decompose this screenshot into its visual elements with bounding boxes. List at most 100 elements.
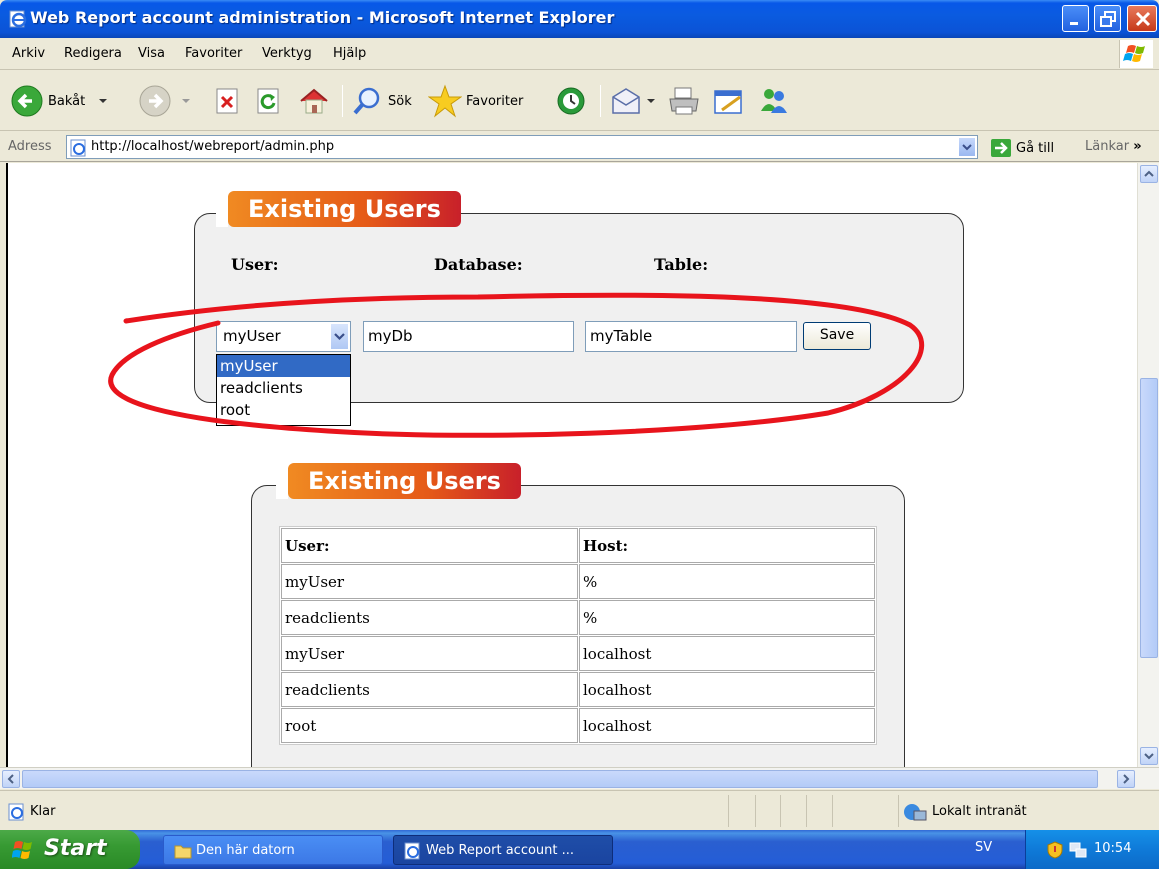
table-cell-host: localhost: [579, 672, 875, 707]
print-button[interactable]: [667, 81, 701, 121]
home-button[interactable]: [298, 81, 330, 121]
address-bar: Adress http://localhost/webreport/admin.…: [0, 132, 1159, 162]
menu-redigera[interactable]: Redigera: [64, 46, 122, 61]
windows-flag-icon: [1119, 40, 1153, 68]
history-button[interactable]: [555, 81, 587, 121]
window-title: Web Report account administration - Micr…: [30, 8, 615, 27]
minimize-button[interactable]: [1062, 5, 1089, 32]
toolbar-separator: [342, 85, 343, 117]
windows-flag-icon: [12, 841, 32, 859]
table-row: myUser localhost: [281, 636, 875, 671]
window-title-bar[interactable]: Web Report account administration - Micr…: [0, 0, 1159, 38]
taskbar-item-ie-window[interactable]: Web Report account ...: [393, 835, 613, 865]
vertical-scrollbar[interactable]: [1137, 163, 1159, 767]
address-label: Adress: [8, 139, 52, 154]
mail-button[interactable]: [610, 81, 658, 121]
favorites-label: Favoriter: [466, 93, 524, 109]
table-cell-host: localhost: [579, 708, 875, 743]
restore-icon: [1100, 11, 1116, 27]
toolbar: Bakåt Sök Favoriter: [0, 71, 1159, 131]
url-input[interactable]: http://localhost/webreport/admin.php: [66, 135, 978, 159]
system-tray: 10:54: [1025, 830, 1159, 869]
taskbar-item-label: Den här datorn: [196, 843, 295, 858]
security-shield-icon[interactable]: [1046, 841, 1064, 859]
table-cell-user: myUser: [281, 636, 578, 671]
intranet-zone-icon: [904, 804, 927, 821]
favorites-button[interactable]: Favoriter: [428, 81, 523, 121]
ie-page-icon: [70, 139, 86, 157]
home-icon: [300, 88, 328, 114]
minimize-icon: [1070, 22, 1078, 25]
ie-page-icon: [9, 10, 27, 28]
table-header-user: User:: [281, 528, 578, 563]
chevron-down-icon: [1144, 753, 1154, 760]
back-button[interactable]: Bakåt: [10, 81, 111, 121]
table-cell-user: readclients: [281, 600, 578, 635]
search-label: Sök: [388, 93, 412, 109]
start-label: Start: [44, 836, 107, 861]
panel-legend: Existing Users: [276, 463, 521, 499]
start-button[interactable]: Start: [0, 830, 140, 869]
table-row: myUser %: [281, 564, 875, 599]
menu-arkiv[interactable]: Arkiv: [12, 46, 45, 61]
page-viewport: Existing Users User: Database: Table: my…: [6, 163, 1137, 767]
refresh-button[interactable]: [256, 81, 282, 121]
vertical-scroll-thumb[interactable]: [1140, 378, 1158, 658]
close-button[interactable]: [1127, 5, 1157, 32]
chevron-left-icon: [7, 774, 14, 784]
menu-favoriter[interactable]: Favoriter: [185, 46, 242, 61]
forward-arrow-icon: [139, 85, 171, 117]
maximize-button[interactable]: [1094, 5, 1121, 32]
menu-visa[interactable]: Visa: [138, 46, 165, 61]
taskbar-item-label: Web Report account ...: [426, 843, 575, 858]
network-icon[interactable]: [1068, 841, 1088, 859]
clock: 10:54: [1094, 841, 1132, 856]
address-dropdown-button[interactable]: [958, 137, 976, 157]
stop-button[interactable]: [215, 81, 241, 121]
toolbar-separator: [600, 85, 601, 117]
language-indicator[interactable]: SV: [975, 840, 992, 855]
chevron-down-icon[interactable]: [178, 93, 194, 109]
refresh-icon: [257, 88, 279, 114]
status-divider: [728, 795, 729, 827]
status-divider: [898, 795, 899, 827]
folder-icon: [174, 845, 192, 859]
chevron-down-icon[interactable]: [95, 93, 111, 109]
stop-icon: [216, 88, 238, 114]
table-cell-user: root: [281, 708, 578, 743]
back-label: Bakåt: [48, 93, 86, 109]
table-row: root localhost: [281, 708, 875, 743]
menu-hjalp[interactable]: Hjälp: [333, 46, 366, 61]
horizontal-scrollbar[interactable]: [0, 767, 1159, 789]
status-divider: [832, 795, 833, 827]
users-table: User: Host: myUser % readclients % myUse…: [279, 526, 877, 745]
links-label: Länkar: [1085, 139, 1130, 154]
scroll-up-button[interactable]: [1140, 165, 1158, 183]
search-icon: [353, 87, 380, 115]
table-cell-user: readclients: [281, 672, 578, 707]
scroll-down-button[interactable]: [1140, 747, 1158, 765]
status-divider: [806, 795, 807, 827]
table-header-row: User: Host:: [281, 528, 875, 563]
back-arrow-icon: [11, 85, 43, 117]
table-row: readclients %: [281, 600, 875, 635]
go-label: Gå till: [1016, 140, 1055, 156]
edit-button[interactable]: [712, 81, 746, 121]
favorites-star-icon: [428, 84, 462, 118]
forward-button[interactable]: [138, 81, 194, 121]
go-button[interactable]: Gå till: [990, 138, 1054, 158]
scroll-right-button[interactable]: [1117, 770, 1135, 788]
taskbar-item-my-computer[interactable]: Den här datorn: [163, 835, 383, 865]
search-button[interactable]: Sök: [352, 81, 412, 121]
go-arrow-icon: [991, 139, 1011, 157]
chevron-right-icon: [1123, 774, 1130, 784]
horizontal-scroll-thumb[interactable]: [22, 770, 1098, 788]
chevron-down-icon[interactable]: [644, 93, 658, 109]
table-header-host: Host:: [579, 528, 875, 563]
menu-verktyg[interactable]: Verktyg: [262, 46, 312, 61]
menu-bar: Arkiv Redigera Visa Favoriter Verktyg Hj…: [0, 38, 1159, 70]
links-toolbar[interactable]: Länkar »: [1085, 139, 1142, 154]
messenger-button[interactable]: [757, 81, 791, 121]
status-bar: Klar Lokalt intranät: [0, 790, 1159, 830]
scroll-left-button[interactable]: [2, 770, 20, 788]
